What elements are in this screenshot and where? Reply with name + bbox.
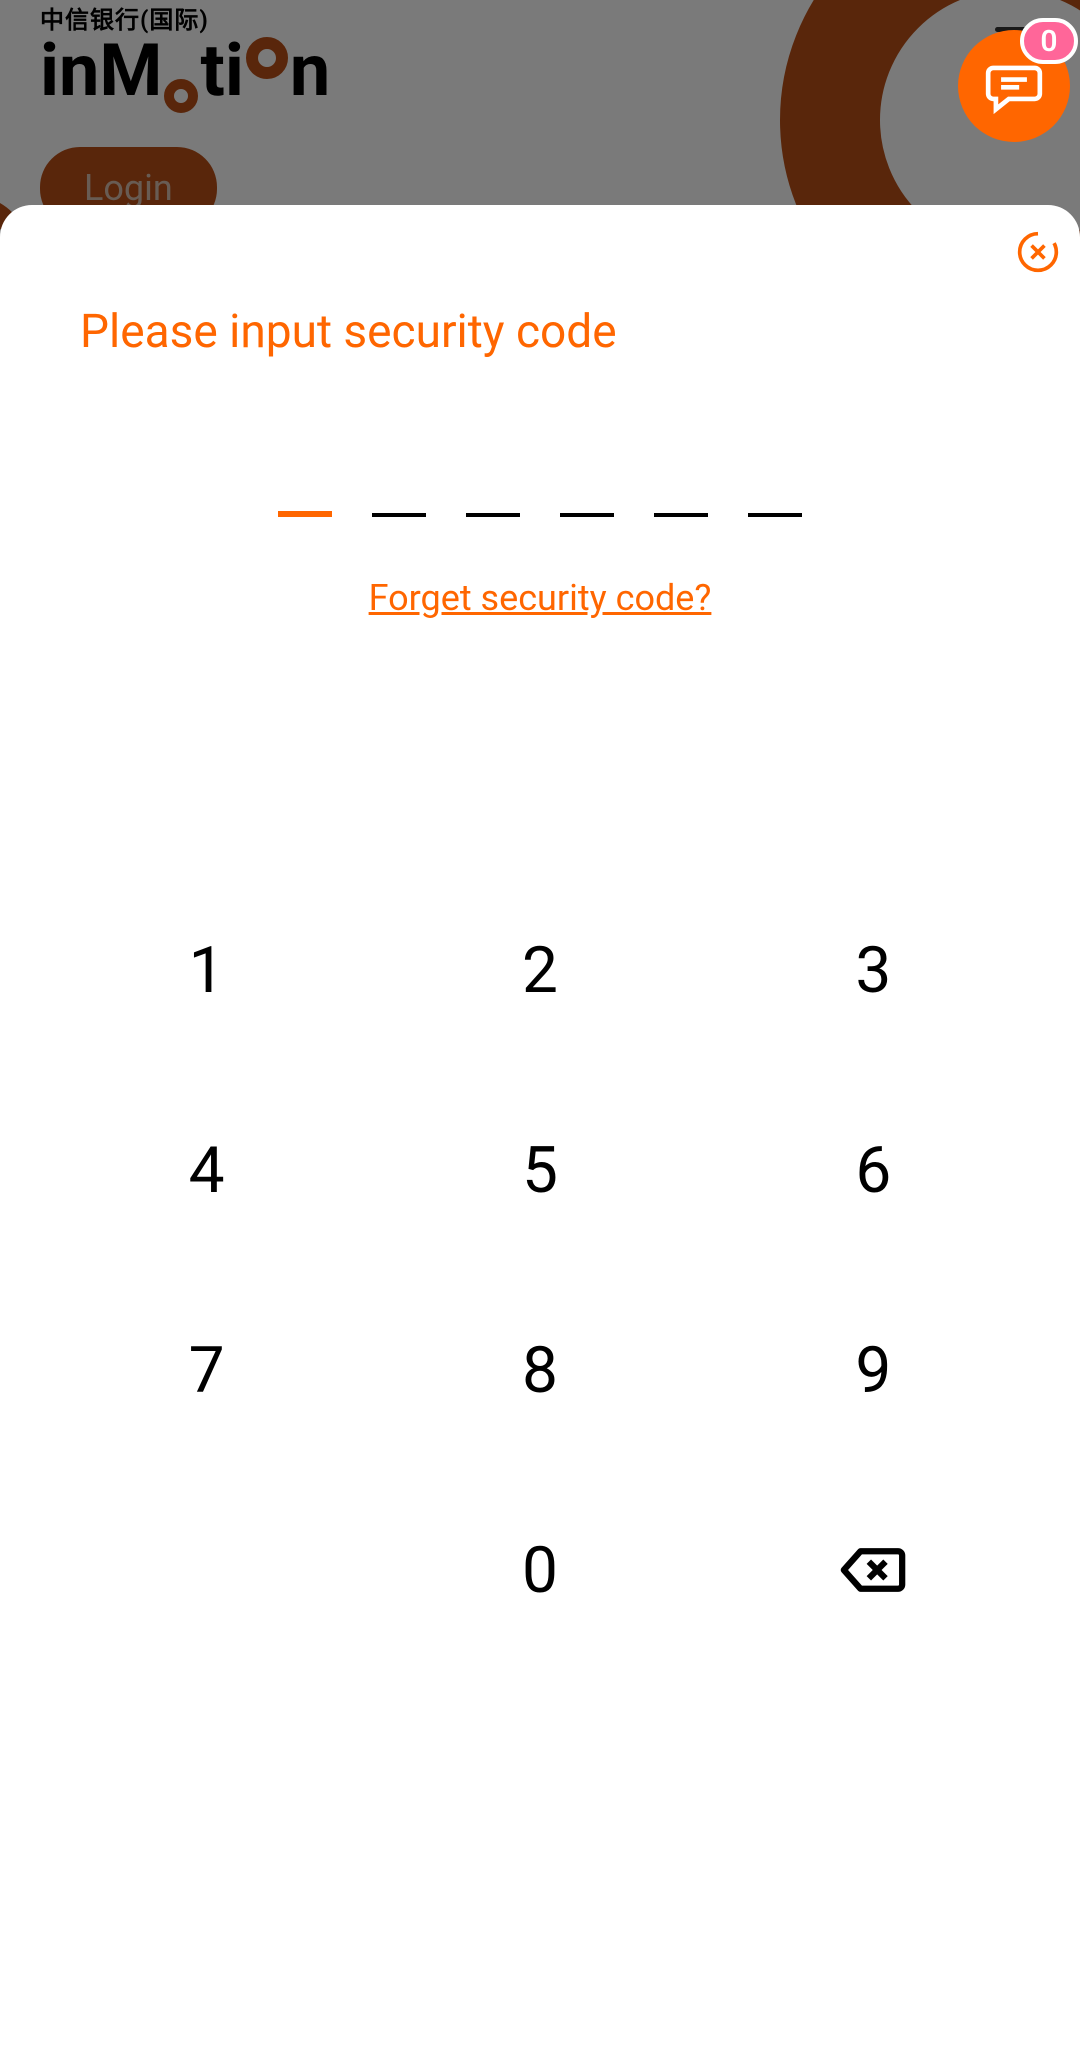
key-2[interactable]: 2 bbox=[420, 925, 660, 1015]
keypad-row-1: 1 2 3 bbox=[40, 925, 1040, 1015]
code-slot-5[interactable] bbox=[654, 469, 708, 517]
code-slot-2[interactable] bbox=[372, 469, 426, 517]
chat-icon bbox=[983, 55, 1045, 117]
code-input-fields bbox=[0, 469, 1080, 517]
key-8[interactable]: 8 bbox=[420, 1325, 660, 1415]
close-icon bbox=[1016, 230, 1060, 274]
security-code-prompt: Please input security code bbox=[0, 205, 1080, 359]
security-code-modal: Please input security code Forget securi… bbox=[0, 205, 1080, 2052]
code-slot-3[interactable] bbox=[466, 469, 520, 517]
key-4[interactable]: 4 bbox=[87, 1125, 327, 1215]
key-9[interactable]: 9 bbox=[753, 1325, 993, 1415]
keypad-row-4: 0 bbox=[40, 1525, 1040, 1615]
key-6[interactable]: 6 bbox=[753, 1125, 993, 1215]
key-blank bbox=[87, 1525, 327, 1615]
chat-badge: 0 bbox=[1020, 18, 1078, 64]
code-slot-6[interactable] bbox=[748, 469, 802, 517]
key-1[interactable]: 1 bbox=[87, 925, 327, 1015]
backspace-icon bbox=[839, 1545, 907, 1595]
chat-badge-count: 0 bbox=[1040, 24, 1057, 59]
forget-link-label: Forget security code? bbox=[369, 577, 712, 619]
numeric-keypad: 1 2 3 4 5 6 7 8 9 0 bbox=[0, 925, 1080, 1725]
key-3[interactable]: 3 bbox=[753, 925, 993, 1015]
keypad-row-3: 7 8 9 bbox=[40, 1325, 1040, 1415]
forget-security-code-link[interactable]: Forget security code? bbox=[0, 577, 1080, 619]
key-0[interactable]: 0 bbox=[420, 1525, 660, 1615]
code-slot-1[interactable] bbox=[278, 469, 332, 517]
key-5[interactable]: 5 bbox=[420, 1125, 660, 1215]
close-button[interactable] bbox=[1016, 230, 1060, 274]
code-slot-4[interactable] bbox=[560, 469, 614, 517]
keypad-row-2: 4 5 6 bbox=[40, 1125, 1040, 1215]
key-7[interactable]: 7 bbox=[87, 1325, 327, 1415]
chat-button[interactable]: 0 bbox=[958, 30, 1070, 142]
key-backspace[interactable] bbox=[753, 1525, 993, 1615]
